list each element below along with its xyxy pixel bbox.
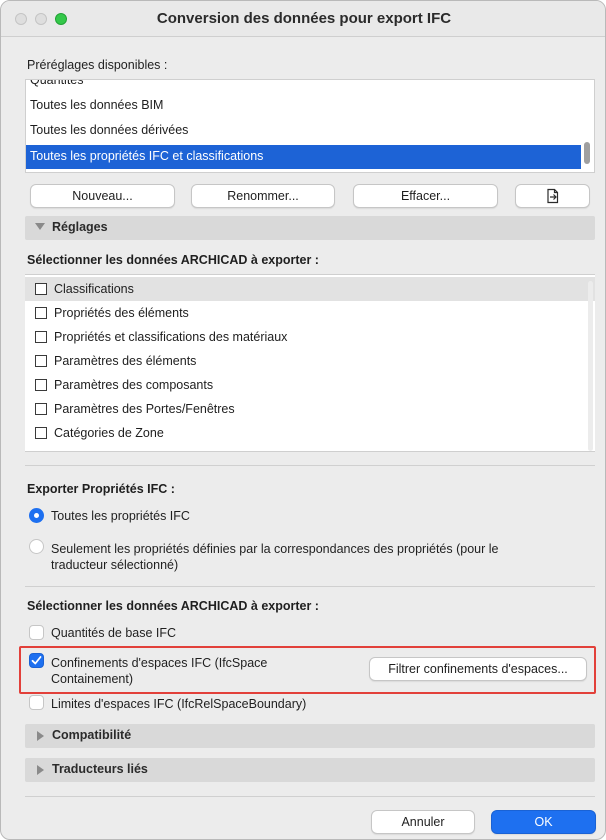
checkbox-element-parameters[interactable] [35,355,47,367]
radio-mapped-properties-label: Seulement les propriétés définies par la… [51,542,499,556]
list-item-label: Paramètres des composants [54,378,214,392]
ok-button[interactable]: OK [491,810,596,834]
new-preset-button[interactable]: Nouveau... [30,184,175,208]
ifc-properties-label: Exporter Propriétés IFC : [27,482,175,496]
preset-item-all-ifc-properties[interactable]: Toutes les propriétés IFC et classificat… [26,145,581,169]
divider [25,796,595,797]
title-bar: Conversion des données pour export IFC [1,1,605,37]
rename-preset-button[interactable]: Renommer... [191,184,335,208]
checkbox-door-window-parameters[interactable] [35,403,47,415]
space-containment-label-2: Containement) [51,672,133,686]
radio-all-ifc-properties-label: Toutes les propriétés IFC [51,509,190,523]
list-item-label: Propriétés et classifications des matéri… [54,330,288,344]
archicad-data-label: Sélectionner les données ARCHICAD à expo… [27,253,319,267]
radio-all-ifc-properties[interactable] [29,508,44,523]
list-item[interactable]: Classifications [25,277,595,301]
radio-mapped-properties[interactable] [29,539,44,554]
checkbox-component-parameters[interactable] [35,379,47,391]
list-item[interactable]: Paramètres des éléments [25,349,595,373]
checkmark-icon [31,656,42,665]
list-item[interactable]: Paramètres des composants [25,373,595,397]
list-item[interactable]: Propriétés des éléments [25,301,595,325]
checkbox-zone-categories[interactable] [35,427,47,439]
ifc-export-dialog: Conversion des données pour export IFC P… [0,0,606,840]
window-title: Conversion des données pour export IFC [156,10,452,27]
list-item[interactable]: Catégories de Zone [25,421,595,445]
list-scrollbar[interactable] [588,281,593,451]
settings-section-label: Réglages [52,220,108,234]
divider [25,586,595,587]
space-containment-label: Confinements d'espaces IFC (IfcSpace [51,656,268,670]
compatibility-section-header[interactable]: Compatibilité [25,724,595,748]
checkbox-material-properties[interactable] [35,331,47,343]
list-item[interactable]: Propriétés et classifications des matéri… [25,325,595,349]
radio-mapped-properties-label-2: traducteur sélectionné) [51,558,179,572]
list-item[interactable]: Paramètres des Portes/Fenêtres [25,397,595,421]
chevron-right-icon [37,765,44,775]
export-file-icon [545,188,561,211]
checkbox-classifications[interactable] [35,283,47,295]
export-preset-button[interactable] [515,184,590,208]
delete-preset-button[interactable]: Effacer... [353,184,498,208]
preset-item-quantities[interactable]: Quantités [26,80,581,93]
list-item-label: Classifications [54,282,134,296]
space-boundaries-label: Limites d'espaces IFC (IfcRelSpaceBounda… [51,697,307,711]
checkbox-base-quantities[interactable] [29,625,44,640]
preset-item-all-derived-data[interactable]: Toutes les données dérivées [26,119,581,143]
settings-section-header[interactable]: Réglages [25,216,595,240]
checkbox-element-properties[interactable] [35,307,47,319]
translators-section-label: Traducteurs liés [52,762,148,776]
checkbox-space-containment[interactable] [29,653,44,668]
list-item-label: Catégories de Zone [54,426,164,440]
checkbox-space-boundaries[interactable] [29,695,44,710]
cancel-button[interactable]: Annuler [371,810,475,834]
presets-list[interactable]: Quantités Toutes les données BIM Toutes … [25,79,595,173]
divider [25,465,595,466]
base-quantities-label: Quantités de base IFC [51,626,177,640]
archicad-data-list[interactable]: Classifications Propriétés des éléments … [25,274,595,452]
list-item-label: Paramètres des éléments [54,354,197,368]
filter-space-containment-button[interactable]: Filtrer confinements d'espaces... [369,657,587,681]
chevron-down-icon [35,223,45,230]
preset-item-all-bim-data[interactable]: Toutes les données BIM [26,94,581,118]
presets-label: Préréglages disponibles : [27,58,168,72]
list-item-label: Propriétés des éléments [54,306,189,320]
presets-scrollbar[interactable] [584,142,590,164]
list-item-label: Paramètres des Portes/Fenêtres [54,402,235,416]
archicad-export-label: Sélectionner les données ARCHICAD à expo… [27,599,319,613]
compatibility-section-label: Compatibilité [52,728,132,742]
translators-section-header[interactable]: Traducteurs liés [25,758,595,782]
chevron-right-icon [37,731,44,741]
